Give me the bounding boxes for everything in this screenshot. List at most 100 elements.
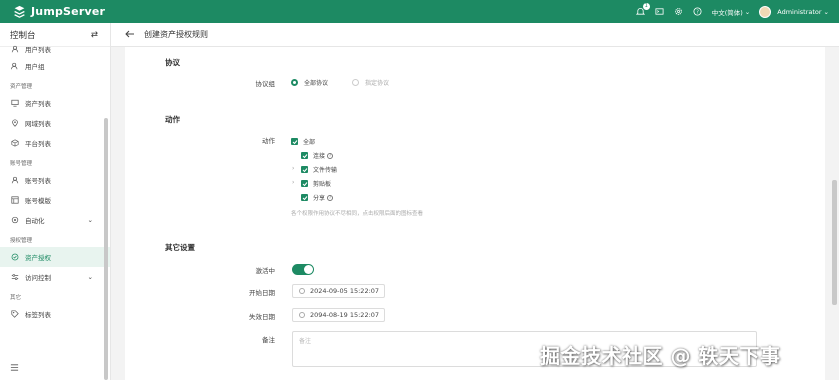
radio-unselected-icon — [352, 79, 359, 86]
sidebar-item-label: 网域列表 — [25, 120, 51, 128]
sidebar-item-label: 用户列表 — [25, 46, 51, 54]
sidebar-item-domain-list[interactable]: 网域列表 — [0, 113, 110, 133]
sidebar-group-perms: 授权管理 — [10, 238, 33, 244]
action-all-checkbox[interactable]: 全部 — [291, 137, 315, 146]
sidebar-item-label: 平台列表 — [25, 140, 51, 148]
checkbox-checked-icon — [301, 194, 308, 201]
collapse-sidebar-icon[interactable] — [10, 363, 19, 374]
settings-icon[interactable] — [674, 7, 684, 17]
clock-icon — [299, 288, 305, 294]
other-section-title: 其它设置 — [165, 243, 195, 252]
action-file-transfer-checkbox[interactable]: 文件传输 — [301, 165, 337, 174]
sidebar-item-label: 资产授权 — [25, 254, 51, 262]
checkbox-label: 文件传输 — [313, 167, 338, 174]
sidebar-item-platform-list[interactable]: 平台列表 — [0, 133, 110, 153]
protocol-section-title: 协议 — [165, 58, 180, 67]
checkbox-checked-icon — [301, 152, 308, 159]
brand-logo[interactable]: JumpServer — [0, 5, 200, 18]
sidebar-item-user-list[interactable]: 用户列表 — [0, 42, 110, 56]
sidebar-item-label: 自动化 — [25, 217, 45, 225]
toggle-knob — [304, 265, 313, 274]
sidebar-item-label: 资产列表 — [25, 100, 51, 108]
back-arrow-icon[interactable] — [125, 30, 135, 40]
page-title: 创建资产授权规则 — [144, 30, 208, 39]
action-connect-checkbox[interactable]: 连接 ? — [301, 151, 334, 160]
checkbox-label: 全部 — [303, 139, 316, 146]
top-bar: JumpServer 1 ? 中文(简体) ⌄ Administrator ⌄ — [0, 0, 839, 23]
cube-icon — [10, 139, 19, 148]
radio-label: 全部协议 — [304, 80, 329, 87]
expand-caret-icon[interactable]: › — [292, 179, 294, 186]
sidebar-group-other: 其它 — [10, 295, 22, 301]
checkbox-label: 剪贴板 — [313, 181, 332, 188]
radio-label: 指定协议 — [365, 80, 390, 87]
comment-label: 备注 — [262, 336, 275, 344]
checkbox-label: 分享 — [313, 195, 326, 202]
control-icon — [10, 273, 19, 282]
user-icon — [10, 45, 19, 54]
language-selector[interactable]: 中文(简体) ⌄ — [712, 7, 751, 17]
sidebar-item-label: 账号模版 — [25, 197, 51, 205]
location-icon — [10, 119, 19, 128]
sidebar-item-account-list[interactable]: 账号列表 — [0, 170, 110, 190]
template-icon — [10, 196, 19, 205]
clock-icon — [299, 312, 305, 318]
language-label: 中文(简体) — [711, 8, 743, 17]
protocol-group-label: 协议组 — [255, 80, 276, 88]
end-date-input[interactable]: 2094-08-19 15:22:07 — [292, 308, 385, 322]
sidebar-item-asset-permission[interactable]: 资产授权 — [0, 247, 110, 267]
form-card: 协议 协议组 全部协议 指定协议 动作 动作 全部 连接 ? › 文件传输 › … — [125, 47, 825, 380]
help-icon[interactable]: ? — [327, 194, 334, 201]
help-icon[interactable]: ? — [327, 152, 334, 159]
user-menu[interactable]: Administrator ⌄ — [759, 5, 829, 18]
start-date-label: 开始日期 — [249, 289, 275, 297]
automation-icon — [10, 216, 19, 225]
user-group-icon — [10, 62, 19, 71]
sidebar-menu: 用户列表 用户组 资产管理 资产列表 网域列表 平台列表 账号管理 账号列表 账… — [0, 42, 110, 324]
expand-caret-icon[interactable]: › — [292, 165, 294, 172]
sidebar-item-user-group[interactable]: 用户组 — [0, 56, 110, 76]
bell-icon[interactable]: 1 — [636, 2, 650, 17]
brand-name: JumpServer — [31, 5, 106, 18]
checkbox-checked-icon — [301, 166, 308, 173]
sidebar-item-access-control[interactable]: 访问控制 ⌄ — [0, 267, 110, 287]
action-hint: 各个权限作用协议不尽相同，点击权限后面的图标查看 — [291, 211, 424, 217]
chevron-down-icon: ⌄ — [744, 7, 751, 16]
jumpserver-logo-icon — [14, 5, 25, 18]
chevron-down-icon: ⌄ — [87, 216, 93, 224]
chevron-down-icon: ⌄ — [87, 273, 93, 281]
action-share-checkbox[interactable]: 分享 ? — [301, 193, 334, 202]
sidebar-item-label: 用户组 — [25, 63, 45, 71]
start-date-input[interactable]: 2024-09-05 15:22:07 — [292, 284, 385, 298]
sidebar-item-automation[interactable]: 自动化 ⌄ — [0, 210, 110, 230]
switch-icon[interactable]: ⇄ — [91, 30, 98, 40]
radio-specific-protocols[interactable]: 指定协议 — [352, 78, 389, 87]
sidebar-scrollbar[interactable] — [104, 118, 108, 380]
action-label: 动作 — [262, 137, 275, 145]
checkbox-checked-icon — [301, 180, 308, 187]
checkbox-label: 连接 — [313, 153, 326, 160]
end-date-value: 2094-08-19 15:22:07 — [310, 311, 380, 319]
sidebar-item-label: 标签列表 — [25, 311, 51, 319]
monitor-icon — [10, 99, 19, 108]
sidebar-group-account: 账号管理 — [10, 161, 33, 167]
action-clipboard-checkbox[interactable]: 剪贴板 — [301, 179, 331, 188]
end-date-label: 失效日期 — [249, 313, 275, 321]
sidebar-item-asset-list[interactable]: 资产列表 — [0, 93, 110, 113]
chevron-down-icon: ⌄ — [823, 7, 829, 16]
help-icon[interactable]: ? — [693, 7, 703, 17]
start-date-value: 2024-09-05 15:22:07 — [310, 287, 380, 295]
active-toggle[interactable] — [292, 264, 314, 275]
avatar — [759, 5, 772, 18]
radio-all-protocols[interactable]: 全部协议 — [291, 78, 328, 87]
svg-text:?: ? — [696, 9, 699, 15]
checkbox-checked-icon — [291, 138, 298, 145]
sidebar-item-account-template[interactable]: 账号模版 — [0, 190, 110, 210]
main-scrollbar[interactable] — [832, 180, 837, 305]
sidebar: 控制台 ⇄ 用户列表 用户组 资产管理 资产列表 网域列表 平台列表 账号管理 … — [0, 23, 111, 380]
radio-selected-icon — [291, 79, 298, 86]
notification-badge: 1 — [642, 2, 650, 10]
terminal-icon[interactable] — [655, 7, 665, 17]
action-section-title: 动作 — [165, 115, 180, 124]
sidebar-item-label-list[interactable]: 标签列表 — [0, 304, 110, 324]
